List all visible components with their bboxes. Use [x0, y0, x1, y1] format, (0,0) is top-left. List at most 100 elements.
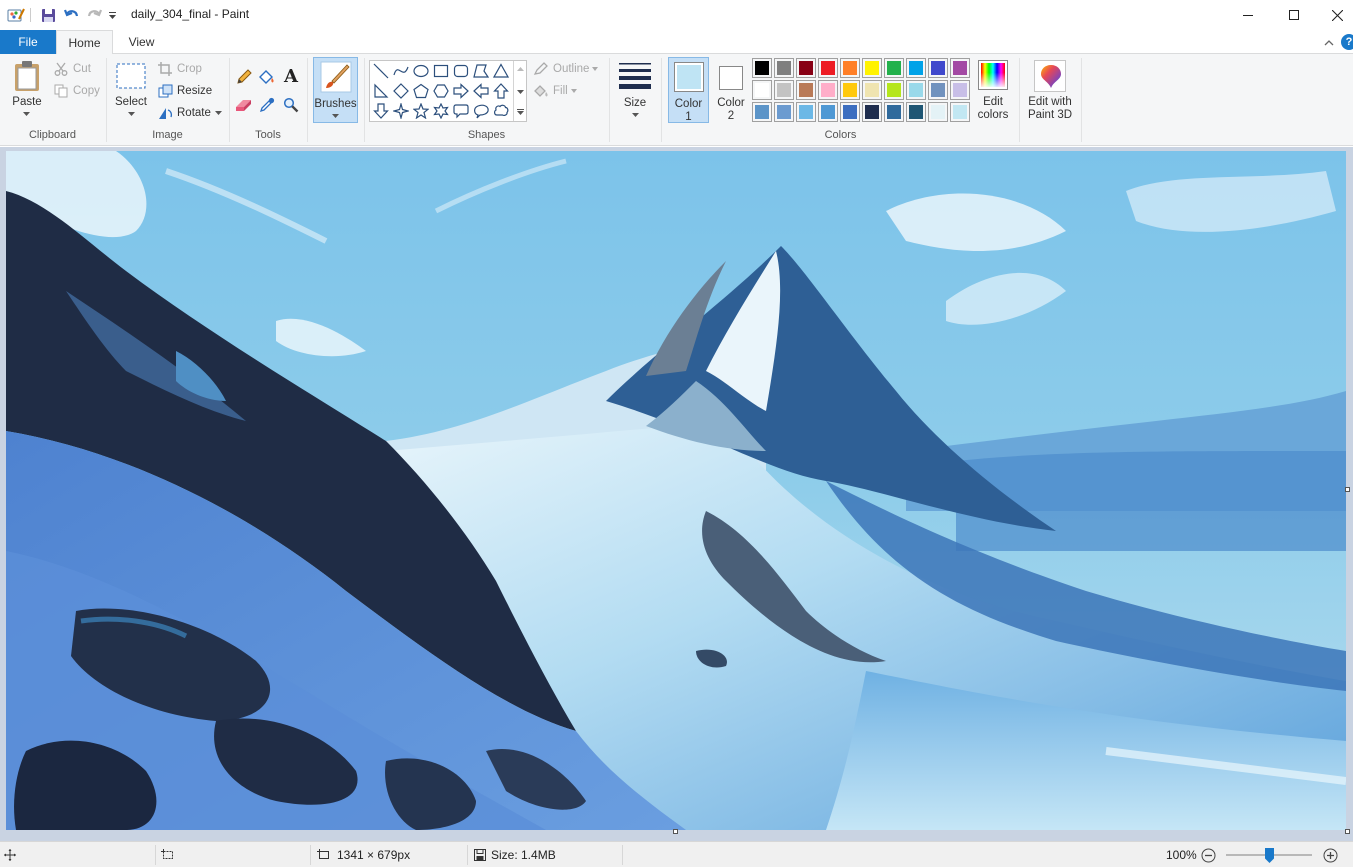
rectangle-shape-icon[interactable] [431, 61, 451, 81]
palette-swatch[interactable] [884, 80, 904, 100]
zoom-slider-thumb[interactable] [1265, 848, 1274, 863]
canvas-workspace[interactable] [0, 147, 1353, 841]
magnifier-icon[interactable] [281, 95, 301, 115]
palette-swatch[interactable] [906, 102, 926, 122]
palette-swatch[interactable] [818, 58, 838, 78]
tab-view[interactable]: View [113, 30, 170, 54]
zoom-out-button[interactable] [1201, 842, 1216, 868]
cut-button[interactable]: Cut [52, 59, 91, 79]
more-shapes-icon [517, 109, 524, 115]
paint-app-icon[interactable] [6, 6, 26, 24]
palette-swatch[interactable] [840, 102, 860, 122]
palette-swatch[interactable] [862, 58, 882, 78]
cloud-callout-shape-icon[interactable] [491, 101, 511, 121]
pencil-icon[interactable] [234, 67, 254, 87]
collapse-ribbon-icon[interactable] [1322, 35, 1336, 49]
color-picker-icon[interactable] [257, 95, 277, 115]
polygon-shape-icon[interactable] [471, 61, 491, 81]
palette-swatch[interactable] [796, 102, 816, 122]
pentagon-shape-icon[interactable] [411, 81, 431, 101]
crop-button[interactable]: Crop [156, 59, 202, 79]
fill-bucket-icon[interactable] [257, 67, 277, 87]
resize-handle-bottom[interactable] [673, 829, 678, 834]
line-shape-icon[interactable] [371, 61, 391, 81]
color1-button[interactable]: Color 1 [668, 57, 709, 123]
palette-swatch[interactable] [884, 58, 904, 78]
palette-swatch[interactable] [906, 80, 926, 100]
palette-swatch[interactable] [950, 102, 970, 122]
tab-file[interactable]: File [0, 30, 56, 54]
palette-swatch[interactable] [796, 58, 816, 78]
minimize-button[interactable] [1225, 0, 1271, 30]
palette-swatch-color [777, 61, 791, 75]
close-button[interactable] [1314, 0, 1353, 30]
oval-shape-icon[interactable] [411, 61, 431, 81]
triangle-shape-icon[interactable] [491, 61, 511, 81]
palette-swatch[interactable] [840, 80, 860, 100]
palette-swatch[interactable] [950, 80, 970, 100]
eraser-icon[interactable] [234, 95, 254, 115]
palette-swatch[interactable] [818, 102, 838, 122]
six-point-star-shape-icon[interactable] [431, 101, 451, 121]
rotate-button[interactable]: Rotate [156, 103, 222, 123]
palette-swatch[interactable] [928, 58, 948, 78]
palette-swatch[interactable] [774, 102, 794, 122]
palette-swatch[interactable] [862, 102, 882, 122]
brushes-button[interactable]: Brushes [313, 57, 358, 123]
rounded-rectangle-shape-icon[interactable] [451, 61, 471, 81]
edit-colors-button[interactable]: Edit colors [976, 58, 1010, 122]
five-point-star-shape-icon[interactable] [411, 101, 431, 121]
maximize-button[interactable] [1271, 0, 1317, 30]
palette-swatch[interactable] [950, 58, 970, 78]
down-arrow-shape-icon[interactable] [371, 101, 391, 121]
palette-swatch[interactable] [862, 80, 882, 100]
rounded-callout-shape-icon[interactable] [451, 101, 471, 121]
palette-swatch[interactable] [796, 80, 816, 100]
chevron-down-icon [570, 89, 577, 93]
drawing-canvas[interactable] [6, 151, 1346, 830]
resize-button[interactable]: Resize [156, 81, 212, 101]
palette-swatch[interactable] [840, 58, 860, 78]
hexagon-shape-icon[interactable] [431, 81, 451, 101]
palette-swatch[interactable] [774, 58, 794, 78]
select-button[interactable]: Select [113, 58, 149, 120]
zoom-in-button[interactable] [1323, 842, 1338, 868]
text-tool-icon[interactable]: A [281, 66, 301, 87]
edit-with-paint3d-button[interactable]: Edit with Paint 3D [1024, 58, 1076, 124]
diamond-shape-icon[interactable] [391, 81, 411, 101]
palette-swatch[interactable] [752, 102, 772, 122]
up-arrow-shape-icon[interactable] [491, 81, 511, 101]
fill-icon [532, 83, 550, 99]
redo-icon[interactable] [84, 6, 104, 24]
palette-swatch[interactable] [818, 80, 838, 100]
customize-quick-access-icon[interactable] [106, 6, 118, 24]
palette-swatch-color [953, 61, 967, 75]
shapes-scrollbar[interactable] [513, 61, 527, 121]
oval-callout-shape-icon[interactable] [471, 101, 491, 121]
palette-swatch[interactable] [928, 102, 948, 122]
left-arrow-shape-icon[interactable] [471, 81, 491, 101]
help-icon[interactable]: ? [1341, 34, 1353, 50]
palette-swatch[interactable] [906, 58, 926, 78]
resize-handle-corner[interactable] [1345, 829, 1350, 834]
tab-home[interactable]: Home [56, 30, 113, 55]
undo-icon[interactable] [62, 6, 82, 24]
close-icon [1331, 9, 1343, 21]
color2-button[interactable]: Color 2 [712, 57, 750, 123]
palette-swatch[interactable] [774, 80, 794, 100]
curve-shape-icon[interactable] [391, 61, 411, 81]
save-icon[interactable] [38, 6, 58, 24]
outline-button[interactable]: Outline [532, 59, 599, 79]
copy-button[interactable]: Copy [52, 81, 100, 101]
paste-button[interactable]: Paste [8, 58, 46, 120]
resize-handle-right[interactable] [1345, 487, 1350, 492]
palette-swatch[interactable] [884, 102, 904, 122]
palette-swatch[interactable] [928, 80, 948, 100]
fill-button[interactable]: Fill [532, 81, 577, 101]
right-triangle-shape-icon[interactable] [371, 81, 391, 101]
palette-swatch[interactable] [752, 58, 772, 78]
right-arrow-shape-icon[interactable] [451, 81, 471, 101]
palette-swatch[interactable] [752, 80, 772, 100]
four-point-star-shape-icon[interactable] [391, 101, 411, 121]
size-button[interactable]: Size [615, 58, 655, 122]
